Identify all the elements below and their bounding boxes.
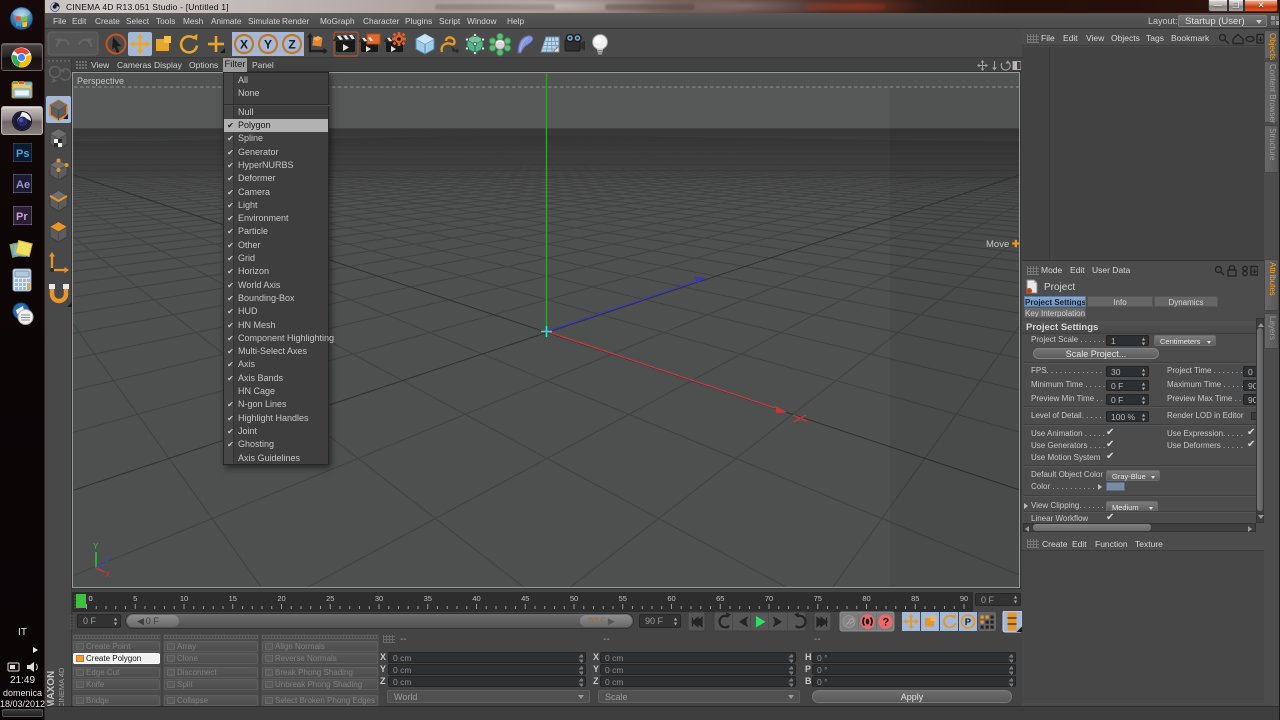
svg-text:15: 15	[229, 594, 237, 603]
svg-text:Ps: Ps	[16, 148, 29, 160]
svg-text:20: 20	[277, 594, 285, 603]
svg-text:70: 70	[765, 594, 773, 603]
svg-text:50: 50	[570, 594, 578, 603]
svg-text:30: 30	[375, 594, 383, 603]
svg-text:P: P	[965, 617, 972, 628]
svg-text:Pr: Pr	[16, 211, 28, 223]
svg-text:55: 55	[619, 594, 627, 603]
svg-text:10: 10	[180, 594, 188, 603]
svg-text:45: 45	[521, 594, 529, 603]
svg-text:?: ?	[883, 617, 890, 629]
svg-text:80: 80	[862, 594, 870, 603]
svg-text:75: 75	[814, 594, 822, 603]
svg-text:CINEMA 4D: CINEMA 4D	[57, 667, 66, 708]
svg-text:Y: Y	[93, 542, 99, 551]
svg-text:MAXON: MAXON	[46, 671, 57, 708]
svg-text:25: 25	[326, 594, 334, 603]
svg-text:0: 0	[89, 594, 93, 603]
svg-text:40: 40	[472, 594, 480, 603]
svg-text:65: 65	[716, 594, 724, 603]
svg-text:5: 5	[133, 594, 137, 603]
svg-text:X: X	[105, 570, 111, 579]
svg-text:Ae: Ae	[16, 179, 30, 191]
svg-text:85: 85	[911, 594, 919, 603]
svg-text:90: 90	[960, 594, 968, 603]
svg-text:Z: Z	[105, 555, 110, 564]
svg-text:35: 35	[424, 594, 432, 603]
svg-text:60: 60	[667, 594, 675, 603]
